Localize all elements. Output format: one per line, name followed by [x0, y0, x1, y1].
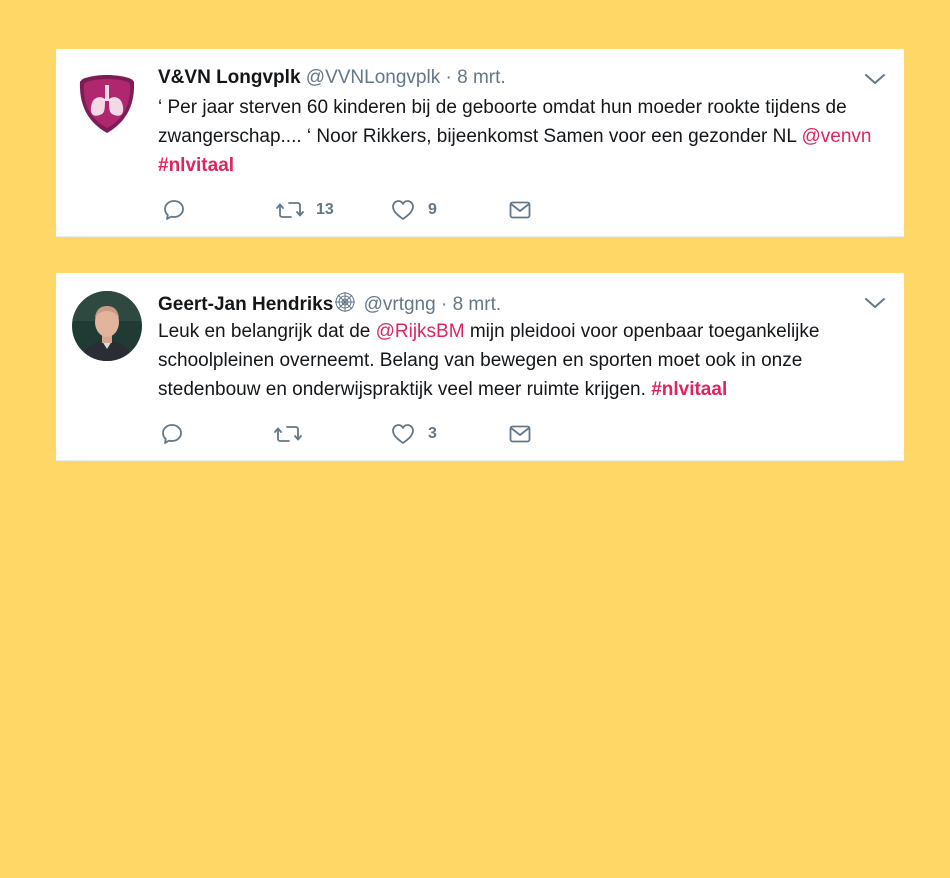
tweet-text-body: ‘ Per jaar sterven 60 kinderen bij de ge… — [158, 97, 847, 147]
tweet-date[interactable]: 8 mrt. — [457, 67, 506, 88]
reply-button[interactable] — [160, 421, 196, 447]
tweet-card[interactable]: Geert-Jan Hendriks @vrtgng · 8 mrt. Leuk… — [56, 273, 904, 461]
user-handle[interactable]: @VVNLongvplk — [306, 67, 440, 88]
reply-icon — [162, 424, 182, 444]
separator: · — [445, 67, 452, 88]
avatar[interactable] — [72, 69, 142, 139]
like-button[interactable]: 9 — [390, 197, 437, 223]
retweet-button[interactable] — [274, 421, 314, 447]
tweet-text-body: Leuk en belangrijk dat de — [158, 321, 376, 342]
tweet-actions: 3 — [158, 421, 578, 447]
envelope-icon — [509, 425, 531, 443]
avatar[interactable] — [72, 291, 142, 361]
direct-message-button[interactable] — [508, 421, 532, 447]
tweet-card[interactable]: V&VN Longvplk @VVNLongvplk · 8 mrt. ‘ Pe… — [56, 49, 904, 237]
like-button[interactable]: 3 — [390, 421, 437, 447]
display-name[interactable]: V&VN Longvplk — [158, 67, 301, 88]
tweet-date[interactable]: 8 mrt. — [453, 294, 502, 315]
retweet-button[interactable]: 13 — [276, 197, 334, 223]
retweet-count: 13 — [316, 201, 334, 218]
tweet-actions: 13 9 — [158, 197, 578, 223]
display-name[interactable]: Geert-Jan Hendriks — [158, 294, 333, 315]
envelope-icon — [509, 201, 531, 219]
user-handle[interactable]: @vrtgng — [364, 294, 436, 315]
tweet-header: Geert-Jan Hendriks @vrtgng · 8 mrt. — [158, 291, 501, 319]
chevron-down-icon[interactable] — [864, 295, 886, 311]
tweet-header: V&VN Longvplk @VVNLongvplk · 8 mrt. — [158, 67, 506, 89]
hashtag-link[interactable]: #nlvitaal — [651, 379, 727, 400]
mention-link[interactable]: @RijksBM — [376, 321, 465, 342]
retweet-icon — [274, 426, 302, 442]
tweet-text: Leuk en belangrijk dat de @RijksBM mijn … — [158, 317, 888, 404]
separator: · — [440, 294, 448, 315]
reply-icon — [164, 200, 184, 220]
chevron-down-icon[interactable] — [864, 71, 886, 87]
heart-icon — [392, 200, 414, 220]
like-count: 3 — [428, 425, 437, 442]
retweet-icon — [276, 202, 304, 218]
heart-icon — [392, 424, 414, 444]
tweet-text: ‘ Per jaar sterven 60 kinderen bij de ge… — [158, 93, 888, 180]
spiderweb-icon — [334, 291, 356, 319]
mention-link[interactable]: @venvn — [802, 126, 872, 147]
reply-button[interactable] — [162, 197, 198, 223]
like-count: 9 — [428, 201, 437, 218]
direct-message-button[interactable] — [508, 197, 532, 223]
hashtag-link[interactable]: #nlvitaal — [158, 155, 234, 176]
